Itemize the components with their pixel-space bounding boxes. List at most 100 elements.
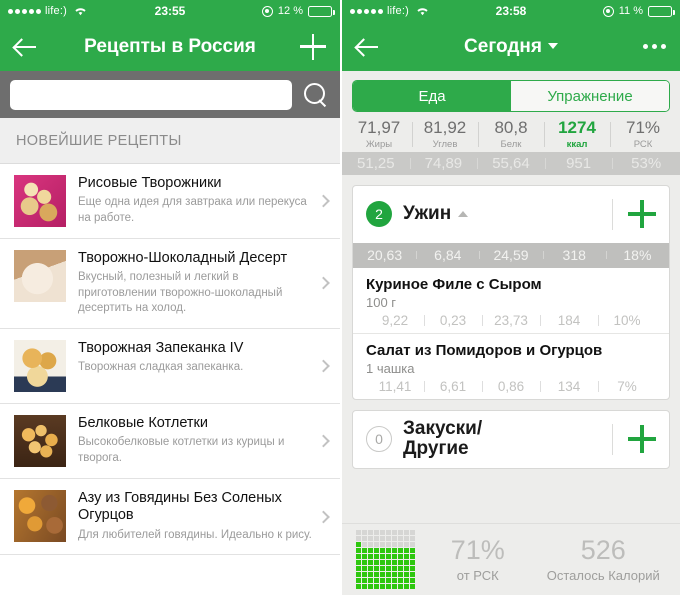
date-selector[interactable]: Сегодня xyxy=(396,36,626,58)
progress-cell xyxy=(404,542,409,547)
progress-cell xyxy=(356,530,361,535)
macro-remaining-ккал: 951 xyxy=(544,155,613,172)
progress-cell xyxy=(398,548,403,553)
progress-cell xyxy=(380,566,385,571)
food-entry[interactable]: Салат из Помидоров и Огурцов 1 чашка 11,41… xyxy=(353,334,669,399)
search-icon[interactable] xyxy=(302,81,330,109)
progress-cell xyxy=(374,560,379,565)
segmented-control-wrap: Еда Упражнение xyxy=(342,71,680,112)
progress-cell xyxy=(356,536,361,541)
macro-label: Белк xyxy=(500,138,522,150)
carrier-label: life:) xyxy=(45,5,67,17)
wifi-icon xyxy=(417,8,428,16)
location-services-icon xyxy=(602,5,614,17)
back-arrow-icon[interactable] xyxy=(356,36,380,58)
search-input[interactable] xyxy=(10,79,292,110)
navigation-bar-left: Рецепты в Россия xyxy=(0,22,340,71)
more-dots-icon[interactable] xyxy=(643,44,666,49)
signal-strength-icon xyxy=(350,8,383,14)
meal-header[interactable]: 2 Ужин xyxy=(353,186,669,243)
tab-exercise[interactable]: Упражнение xyxy=(511,81,669,111)
recipe-list-item[interactable]: Рисовые Творожники Еще одна идея для завт… xyxy=(0,164,340,239)
recipe-thumbnail xyxy=(14,414,66,467)
progress-cell xyxy=(398,572,403,577)
progress-cell xyxy=(392,578,397,583)
recipe-list-item[interactable]: Азу из Говядины Без Соленых Огурцов Для л… xyxy=(0,479,340,556)
progress-cell xyxy=(410,584,415,589)
recipe-text: Азу из Говядины Без Соленых Огурцов Для л… xyxy=(78,490,330,543)
recipe-list-item[interactable]: Творожная Запеканка IV Творожная сладкая … xyxy=(0,329,340,404)
add-food-button[interactable] xyxy=(628,425,656,454)
meal-card: 2 Ужин 20,63 6,84 24,59 318 18% Куриное Филе с … xyxy=(352,184,670,400)
chevron-up-icon xyxy=(458,211,469,218)
meal-total-value: 20,63 xyxy=(367,247,403,264)
progress-cell xyxy=(368,536,373,541)
progress-cell xyxy=(392,572,397,577)
progress-cell xyxy=(392,536,397,541)
progress-cell xyxy=(392,530,397,535)
progress-cell xyxy=(368,542,373,547)
macro-Белк: 80,8 Белк xyxy=(478,118,544,150)
recipe-list-item[interactable]: Творожно-Шоколадный Десерт Вкусный, полез… xyxy=(0,239,340,329)
macro-value: 81,92 xyxy=(423,118,467,137)
progress-cell xyxy=(356,560,361,565)
progress-cell xyxy=(374,554,379,559)
food-nutrition-value: 134 xyxy=(540,379,598,394)
progress-cell xyxy=(398,584,403,589)
progress-cell xyxy=(362,578,367,583)
progress-cell xyxy=(368,578,373,583)
add-food-button[interactable] xyxy=(628,200,656,229)
recipe-title: Белковые Котлетки xyxy=(78,414,208,431)
progress-cell xyxy=(368,554,373,559)
progress-cell xyxy=(368,584,373,589)
recipe-text: Творожная Запеканка IV Творожная сладкая … xyxy=(78,340,330,376)
meal-card-list: 2 Ужин 20,63 6,84 24,59 318 18% Куриное Филе с … xyxy=(342,184,680,469)
progress-cell xyxy=(398,554,403,559)
progress-cell xyxy=(380,530,385,535)
recipe-list-item[interactable]: Белковые Котлетки Высокобелковые котлетки… xyxy=(0,404,340,479)
status-bar-right: life:) 23:58 11 % xyxy=(342,0,680,22)
tab-food[interactable]: Еда xyxy=(353,81,511,111)
back-arrow-icon[interactable] xyxy=(14,36,38,58)
progress-cell xyxy=(386,584,391,589)
meal-header[interactable]: 0 Закуски/Другие xyxy=(353,411,669,468)
food-entry[interactable]: Куриное Филе с Сыром 100 г 9,22 0,23 23,73 18… xyxy=(353,268,669,334)
progress-cell xyxy=(404,530,409,535)
recipe-list: Рисовые Творожники Еще одна идея для завт… xyxy=(0,164,340,556)
food-nutrition-value: 0,86 xyxy=(482,379,540,394)
recipe-thumbnail xyxy=(14,175,66,227)
macro-Углев: 81,92 Углев xyxy=(412,118,478,150)
progress-cell xyxy=(380,578,385,583)
meal-total-value: 18% xyxy=(605,247,669,263)
macro-value: 1274 xyxy=(558,118,596,137)
carrier-label: life:) xyxy=(387,5,409,17)
food-nutrition-row: 11,41 6,61 0,86 134 7% xyxy=(366,379,656,394)
recipe-thumbnail xyxy=(14,489,66,542)
recipe-description: Творожная сладкая запеканка. xyxy=(78,361,244,374)
meal-name: Закуски/Другие xyxy=(403,418,483,460)
food-serving: 1 чашка xyxy=(366,360,415,376)
progress-cell xyxy=(386,554,391,559)
macro-summary-row: 71,97 Жиры 81,92 Углев 80,8 Белк 1274 ккал 71% РС… xyxy=(342,112,680,152)
food-nutrition-value: 23,73 xyxy=(482,313,540,328)
status-bar-right-group: 12 % xyxy=(261,5,335,17)
progress-cell xyxy=(404,548,409,553)
progress-cell xyxy=(392,554,397,559)
progress-cell xyxy=(386,566,391,571)
macro-remaining-Белк: 55,64 xyxy=(477,155,545,172)
progress-cell xyxy=(380,584,385,589)
percent-of-goal-stat: 71% от РСК xyxy=(415,536,541,583)
meal-total-value: 318 xyxy=(542,247,606,263)
progress-cell xyxy=(398,578,403,583)
progress-cell xyxy=(374,542,379,547)
add-recipe-button[interactable] xyxy=(300,33,326,60)
progress-cell xyxy=(374,572,379,577)
food-nutrition-value: 10% xyxy=(598,313,656,328)
progress-cell xyxy=(380,536,385,541)
progress-cell xyxy=(362,548,367,553)
progress-cell xyxy=(380,560,385,565)
progress-cell xyxy=(362,536,367,541)
progress-cell xyxy=(368,548,373,553)
progress-cell xyxy=(362,554,367,559)
battery-icon xyxy=(648,5,675,17)
